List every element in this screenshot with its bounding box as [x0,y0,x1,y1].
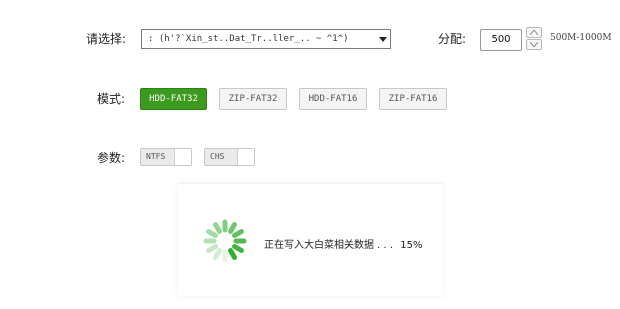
loading-spinner-icon [203,219,247,263]
mode-hdd-fat32-button[interactable]: HDD-FAT32 [140,88,207,110]
progress-status-text: 正在写入大白菜相关数据 . . . [264,240,394,251]
spinner-segment [232,244,244,253]
size-label: 分配: [438,32,467,46]
chevron-up-icon [530,30,538,35]
ntfs-toggle[interactable]: NTFS [140,148,192,166]
progress-status: 正在写入大白菜相关数据 . . . 15% [264,236,423,251]
drive-select-value: : (h'?`Xin_st..Dat_Tr..ller_.. ~ ^1^) [148,34,349,44]
mode-label: 模式: [97,92,126,106]
ntfs-toggle-label: NTFS [146,152,166,161]
mode-zip-fat32-button[interactable]: ZIP-FAT32 [219,88,287,110]
spinner-segment [228,248,237,260]
chevron-down-icon [530,42,538,47]
chs-toggle[interactable]: CHS [204,148,255,166]
mode-zip-fat16-button[interactable]: ZIP-FAT16 [379,88,447,110]
spinner-segment [213,248,222,260]
toggle-knob [237,149,254,165]
size-input[interactable]: 500 [480,29,522,51]
size-range-hint: 500M-1000M [550,33,612,43]
mode-hdd-fat16-button[interactable]: HDD-FAT16 [299,88,367,110]
decrement-button[interactable] [526,39,542,50]
spinner-segment [206,244,218,253]
drive-select[interactable]: : (h'?`Xin_st..Dat_Tr..ller_.. ~ ^1^) [141,29,391,49]
progress-percent: 15% [400,240,423,251]
chevron-down-icon[interactable] [376,30,390,48]
spinner-segment [232,229,244,238]
select-label: 请选择: [86,32,127,46]
increment-button[interactable] [526,27,542,38]
toggle-knob [174,149,191,165]
chs-toggle-label: CHS [210,152,225,161]
params-label: 参数: [97,151,126,165]
spinner-segment [228,222,237,234]
spinner-segment [213,222,222,234]
spinner-segment [206,229,218,238]
